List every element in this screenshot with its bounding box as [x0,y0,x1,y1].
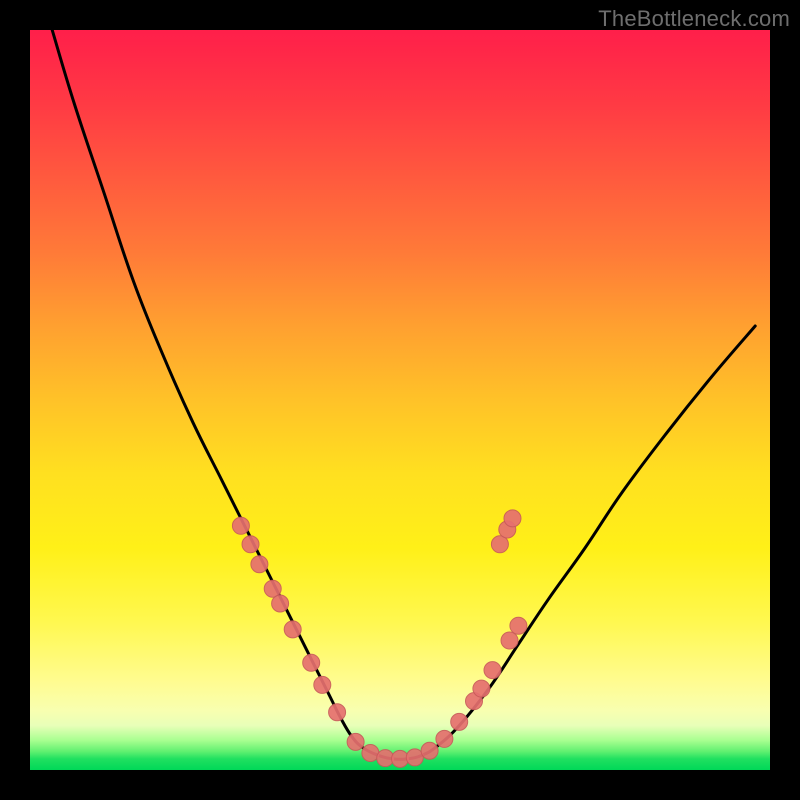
data-marker [347,733,364,750]
data-marker [510,617,527,634]
data-marker [303,654,320,671]
data-marker [284,621,301,638]
curve-layer [30,30,770,770]
data-marker [436,730,453,747]
data-marker [421,742,438,759]
data-marker [484,662,501,679]
watermark-text: TheBottleneck.com [598,6,790,32]
chart-frame: TheBottleneck.com [0,0,800,800]
bottleneck-curve [52,30,755,759]
data-marker [251,556,268,573]
markers-group [232,510,527,768]
data-marker [242,536,259,553]
data-marker [232,517,249,534]
data-marker [501,632,518,649]
data-marker [473,680,490,697]
plot-area [30,30,770,770]
data-marker [504,510,521,527]
data-marker [272,595,289,612]
data-marker [314,676,331,693]
data-marker [329,704,346,721]
data-marker [451,713,468,730]
